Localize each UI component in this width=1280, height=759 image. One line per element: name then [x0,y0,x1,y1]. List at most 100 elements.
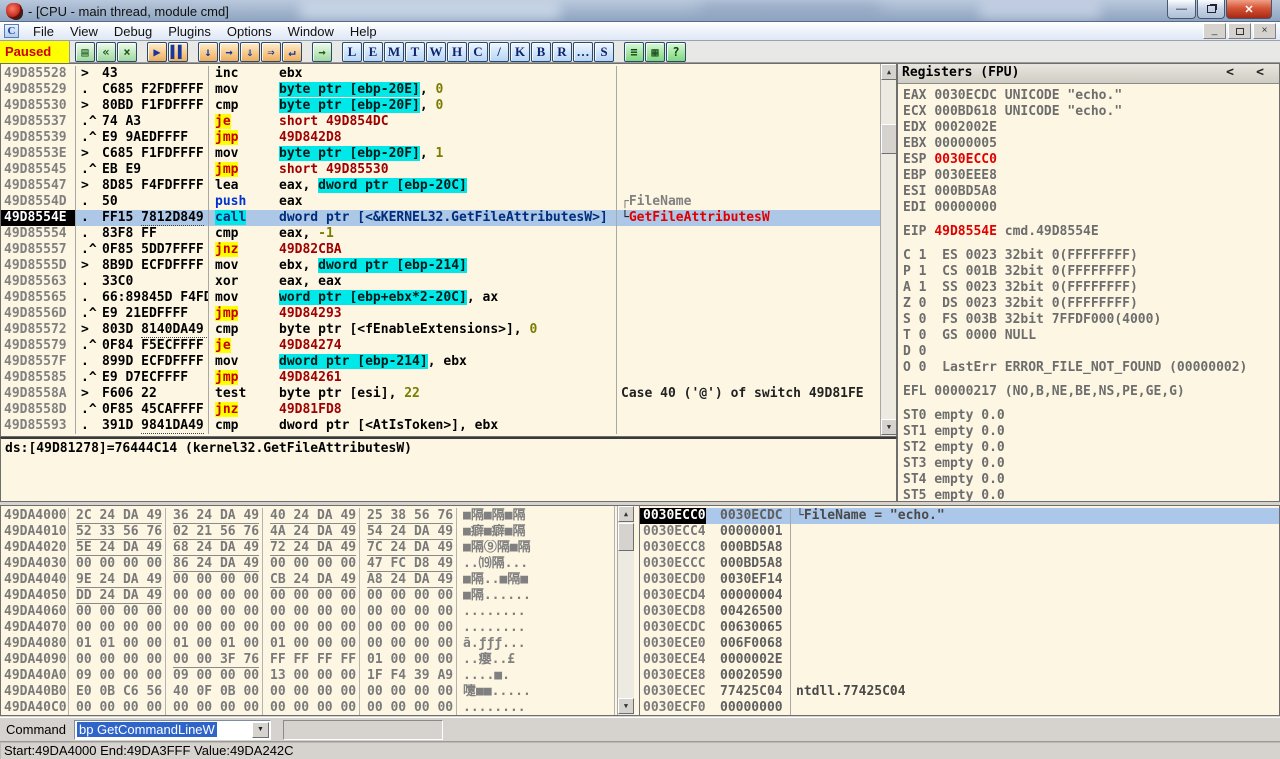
dump-row[interactable]: 49DA401052 33 56 7602 21 56 764A 24 DA 4… [1,524,639,540]
go-to-address-button[interactable]: → [312,42,332,62]
menu-item-view[interactable]: View [62,23,106,40]
combobox-dropdown-icon[interactable]: ▼ [252,722,269,738]
scroll-up-icon[interactable]: ▲ [881,64,897,80]
menu-item-help[interactable]: Help [342,23,385,40]
register-line[interactable]: O 0 LastErr ERROR_FILE_NOT_FOUND (000000… [903,360,1279,376]
scrollbar-thumb[interactable] [881,124,897,154]
disasm-row[interactable]: 49D85579.^0F84 F5ECFFFFje49D84274 [1,338,896,354]
stack-row[interactable]: 0030ECD00030EF14 [640,572,1279,588]
view-source-button[interactable]: S [594,42,614,62]
register-line[interactable]: EBX 00000005 [903,136,1279,152]
stack-row[interactable]: 0030ECEC77425C04ntdll.77425C04 [640,684,1279,700]
register-line[interactable]: ESP 0030ECC0 [903,152,1279,168]
stack-row[interactable]: 0030ECC400000001 [640,524,1279,540]
disasm-row[interactable]: 49D85528>43incebx [1,66,896,82]
register-line[interactable]: C 1 ES 0023 32bit 0(FFFFFFFF) [903,248,1279,264]
scroll-up-icon[interactable]: ▲ [618,506,634,522]
stack-row[interactable]: 0030ECE800020590 [640,668,1279,684]
scroll-down-icon[interactable]: ▼ [881,419,897,435]
animate-over-button[interactable]: ⇒ [261,42,281,62]
disasm-row[interactable]: 49D8558D.^0F85 45CAFFFFjnz49D81FD8 [1,402,896,418]
disassembly-scrollbar[interactable]: ▲ ▼ [880,64,897,436]
disasm-row[interactable]: 49D85537.^74 A3jeshort 49D854DC [1,114,896,130]
dump-row[interactable]: 49DA4050DD 24 DA 4900 00 00 0000 00 00 0… [1,588,639,604]
menu-item-options[interactable]: Options [219,23,280,40]
disasm-row[interactable]: 49D85563.33C0xoreax, eax [1,274,896,290]
animate-into-button[interactable]: ⇓ [240,42,260,62]
step-over-button[interactable]: → [219,42,239,62]
disasm-row[interactable]: 49D8558A>F606 22testbyte ptr [esi], 22Ca… [1,386,896,402]
disasm-row[interactable]: 49D85530>80BD F1FDFFFF 00cmpbyte ptr [eb… [1,98,896,114]
dump-row[interactable]: 49DA40002C 24 DA 4936 24 DA 4940 24 DA 4… [1,508,639,524]
dump-row[interactable]: 49DA403000 00 00 0086 24 DA 4900 00 00 0… [1,556,639,572]
help-button[interactable]: ? [666,42,686,62]
register-line[interactable]: ST0 empty 0.0 [903,408,1279,424]
menu-item-debug[interactable]: Debug [106,23,160,40]
view-breakpoints-button[interactable]: B [531,42,551,62]
view-memory-button[interactable]: M [384,42,404,62]
dump-row[interactable]: 49DA406000 00 00 0000 00 00 0000 00 00 0… [1,604,639,620]
register-line[interactable]: EFL 00000217 (NO,B,NE,BE,NS,PE,GE,G) [903,384,1279,400]
register-line[interactable]: S 0 FS 003B 32bit 7FFDF000(4000) [903,312,1279,328]
disasm-row[interactable]: 49D85585.^E9 D7ECFFFFjmp49D84261 [1,370,896,386]
register-line[interactable]: ECX 000BD618 UNICODE "echo." [903,104,1279,120]
view-references-button[interactable]: R [552,42,572,62]
disasm-row[interactable]: 49D85593.391D 9841DA49cmpdword ptr [<AtI… [1,418,896,434]
collapse-left-icon[interactable]: < [1215,65,1245,82]
stack-row[interactable]: 0030ECF000000000 [640,700,1279,716]
disasm-row[interactable]: 49D85539.^E9 9AEDFFFFjmp49D842D8 [1,130,896,146]
stack-row[interactable]: 0030ECDC00630065 [640,620,1279,636]
view-windows-button[interactable]: W [426,42,446,62]
menu-item-file[interactable]: File [25,23,62,40]
register-line[interactable]: A 1 SS 0023 32bit 0(FFFFFFFF) [903,280,1279,296]
step-into-button[interactable]: ↓ [198,42,218,62]
dump-row[interactable]: 49DA409000 00 00 0000 00 3F 76FF FF FF F… [1,652,639,668]
register-line[interactable]: T 0 GS 0000 NULL [903,328,1279,344]
view-call-stack-button[interactable]: K [510,42,530,62]
mdi-restore-button[interactable] [1228,23,1251,39]
disasm-row[interactable]: 49D8554E.FF15 7812D849calldword ptr [<&K… [1,210,896,226]
menu-item-plugins[interactable]: Plugins [160,23,219,40]
stack-row[interactable]: 0030ECCC000BD5A8 [640,556,1279,572]
minimize-button[interactable]: — [1167,0,1196,19]
disasm-row[interactable]: 49D8553E>C685 F1FDFFFF 01movbyte ptr [eb… [1,146,896,162]
register-line[interactable]: Z 0 DS 0023 32bit 0(FFFFFFFF) [903,296,1279,312]
view-threads-button[interactable]: T [405,42,425,62]
disasm-row[interactable]: 49D85554.83F8 FFcmpeax, -1 [1,226,896,242]
disasm-row[interactable]: 49D8554D.50pusheax┌FileName [1,194,896,210]
view-executables-button[interactable]: E [363,42,383,62]
maximize-button[interactable] [1197,0,1225,19]
disasm-row[interactable]: 49D85547>8D85 F4FDFFFFleaeax, dword ptr … [1,178,896,194]
register-line[interactable]: ST3 empty 0.0 [903,456,1279,472]
restart-button[interactable]: « [96,42,116,62]
disasm-row[interactable]: 49D8556D.^E9 21EDFFFFjmp49D84293 [1,306,896,322]
view-log-button[interactable]: L [342,42,362,62]
dump-row[interactable]: 49DA408001 01 00 0001 00 01 0001 00 00 0… [1,636,639,652]
collapse-right-icon[interactable]: < [1245,65,1275,82]
stack-row[interactable]: 0030ECE40000002E [640,652,1279,668]
register-line[interactable]: ST4 empty 0.0 [903,472,1279,488]
disasm-row[interactable]: 49D85545.^EB E9jmpshort 49D85530 [1,162,896,178]
command-input[interactable]: bp GetCommandLineW [77,722,217,737]
options-menu-button[interactable]: ≡ [624,42,644,62]
dump-scrollbar[interactable]: ▲ ▼ [617,506,634,715]
dump-row[interactable]: 49DA40205E 24 DA 4968 24 DA 4972 24 DA 4… [1,540,639,556]
run-button[interactable]: ▶ [147,42,167,62]
disasm-row[interactable]: 49D8555D>8B9D ECFDFFFFmovebx, dword ptr … [1,258,896,274]
menu-item-window[interactable]: Window [280,23,342,40]
view-handles-button[interactable]: H [447,42,467,62]
stack-row[interactable]: 0030ECC8000BD5A8 [640,540,1279,556]
stack-row[interactable]: 0030ECD800426500 [640,604,1279,620]
scrollbar-thumb[interactable] [618,523,634,551]
scroll-down-icon[interactable]: ▼ [618,698,634,714]
register-line[interactable]: EDI 00000000 [903,200,1279,216]
register-line[interactable]: EDX 0002002E [903,120,1279,136]
mdi-close-button[interactable]: × [1253,23,1276,39]
stack-row[interactable]: 0030ECE0006F0068 [640,636,1279,652]
disasm-row[interactable]: 49D8557F.899D ECFDFFFFmovdword ptr [ebp-… [1,354,896,370]
register-line[interactable]: EBP 0030EEE8 [903,168,1279,184]
register-line[interactable]: EAX 0030ECDC UNICODE "echo." [903,88,1279,104]
open-file-button[interactable]: ▤ [75,42,95,62]
dump-row[interactable]: 49DA40B0E0 0B C6 5640 0F 0B 0000 00 00 0… [1,684,639,700]
mdi-minimize-button[interactable]: _ [1203,23,1226,39]
